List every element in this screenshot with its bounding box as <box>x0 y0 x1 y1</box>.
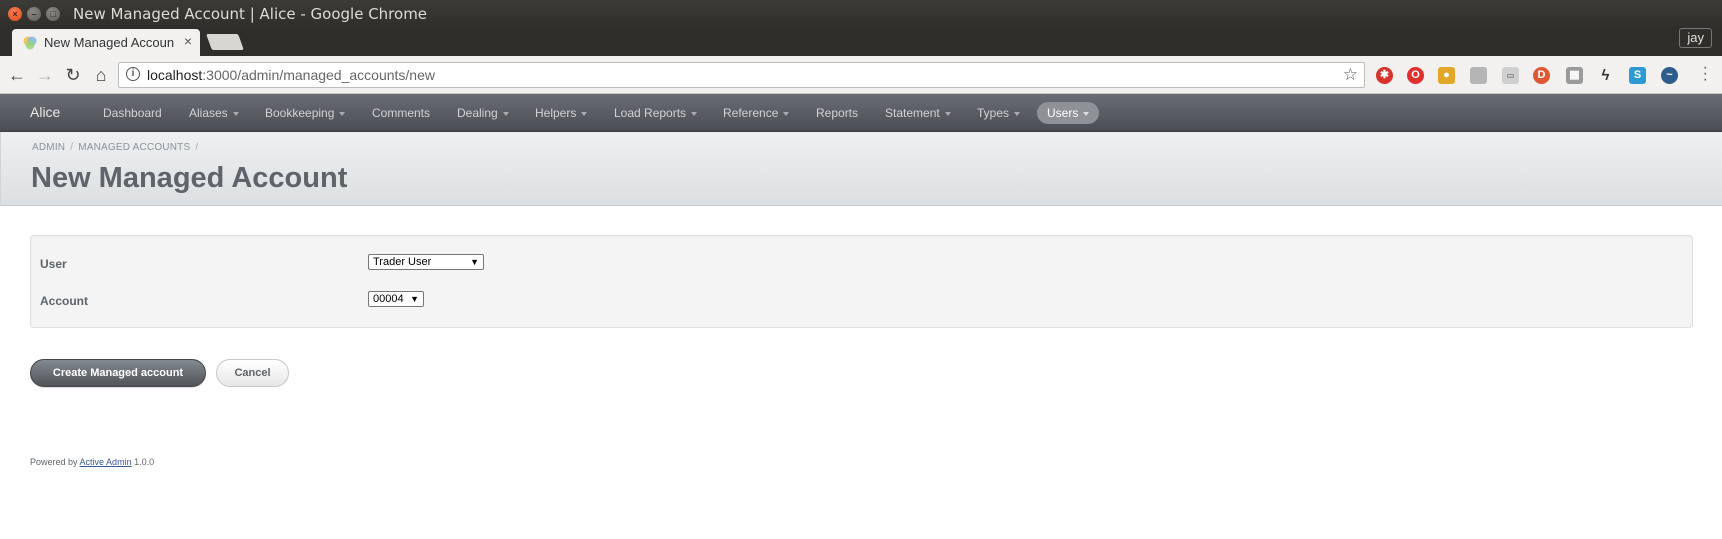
footer-prefix: Powered by <box>30 457 78 467</box>
account-label: Account <box>40 294 88 308</box>
nav-reports[interactable]: Reports <box>816 106 858 120</box>
breadcrumb: ADMIN / MANAGED ACCOUNTS / <box>32 142 199 153</box>
account-select[interactable]: 00004 ▼ <box>368 291 424 307</box>
account-select-value: 00004 <box>373 293 404 305</box>
chevron-down-icon <box>502 111 509 116</box>
site-info-icon[interactable]: i <box>126 67 140 81</box>
browser-tab[interactable]: New Managed Account × <box>12 29 200 56</box>
extension-red-burst-icon[interactable]: ✱ <box>1376 67 1393 84</box>
title-bar: ADMIN / MANAGED ACCOUNTS / New Managed Acco… <box>0 132 1722 206</box>
admin-header: Alice Dashboard Aliases Bookkeeping Comm… <box>0 94 1722 132</box>
chevron-down-icon <box>1083 111 1090 116</box>
chevron-down-icon <box>691 111 698 116</box>
nav-dashboard[interactable]: Dashboard <box>103 106 162 120</box>
window-maximize-icon[interactable]: □ <box>46 7 60 21</box>
forward-arrow-icon[interactable]: → <box>34 64 56 86</box>
nav-bookkeeping[interactable]: Bookkeeping <box>265 106 346 120</box>
home-icon[interactable]: ⌂ <box>90 64 112 86</box>
nav-dealing[interactable]: Dealing <box>457 106 509 120</box>
profile-user-badge[interactable]: jay <box>1679 28 1712 48</box>
cancel-button[interactable]: Cancel <box>216 359 289 387</box>
window-minimize-icon[interactable]: – <box>27 7 41 21</box>
user-select[interactable]: Trader User ▼ <box>368 254 484 270</box>
chevron-down-icon <box>339 111 346 116</box>
tab-close-icon[interactable]: × <box>184 33 192 49</box>
s-extension-icon[interactable]: S <box>1629 67 1646 84</box>
nav-load-reports[interactable]: Load Reports <box>614 106 698 120</box>
user-label: User <box>40 257 67 271</box>
breadcrumb-admin-link[interactable]: ADMIN <box>32 142 65 153</box>
nav-statement[interactable]: Statement <box>885 106 951 120</box>
window-title: New Managed Account | Alice - Google Chr… <box>73 5 428 23</box>
account-form-row: Account 00004 ▼ <box>31 286 1692 316</box>
managed-account-form: User Trader User ▼ Account 00004 ▼ <box>30 235 1693 328</box>
active-admin-link[interactable]: Active Admin <box>80 457 132 467</box>
address-bar[interactable]: i localhost:3000/admin/managed_accounts/… <box>118 62 1365 88</box>
lock-extension-icon[interactable]: ● <box>1438 67 1455 84</box>
opera-extension-icon[interactable]: O <box>1407 67 1424 84</box>
chrome-menu-icon[interactable]: · · · <box>1703 60 1708 88</box>
window-titlebar: × – □ New Managed Account | Alice - Goog… <box>0 0 1722 28</box>
user-form-row: User Trader User ▼ <box>31 249 1692 279</box>
nav-types[interactable]: Types <box>977 106 1021 120</box>
cast-extension-icon[interactable] <box>1470 67 1487 84</box>
browser-toolbar: ← → ↻ ⌂ i localhost:3000/admin/managed_a… <box>0 56 1722 94</box>
url-text[interactable]: localhost:3000/admin/managed_accounts/ne… <box>147 67 435 83</box>
grid-extension-icon[interactable]: ▦ <box>1566 67 1583 84</box>
nav-reference[interactable]: Reference <box>723 106 790 120</box>
site-title[interactable]: Alice <box>30 104 60 120</box>
breadcrumb-managed-accounts-link[interactable]: MANAGED ACCOUNTS <box>78 142 190 153</box>
dropdown-arrow-icon: ▼ <box>410 294 419 304</box>
chevron-down-icon <box>783 111 790 116</box>
page-title: New Managed Account <box>31 162 348 194</box>
duckduckgo-extension-icon[interactable]: D <box>1533 67 1550 84</box>
lightning-extension-icon[interactable]: ϟ <box>1597 67 1614 84</box>
tab-title: New Managed Account <box>44 35 174 50</box>
nav-helpers[interactable]: Helpers <box>535 106 588 120</box>
nav-users[interactable]: Users <box>1037 102 1100 124</box>
favicon-icon <box>23 36 37 50</box>
chevron-down-icon <box>944 111 951 116</box>
chevron-down-icon <box>581 111 588 116</box>
chevron-down-icon <box>1014 111 1021 116</box>
nav-comments[interactable]: Comments <box>372 106 430 120</box>
chevron-down-icon <box>232 111 239 116</box>
user-select-value: Trader User <box>373 256 432 268</box>
back-arrow-icon[interactable]: ← <box>6 64 28 86</box>
gray-extension-icon[interactable]: ▭ <box>1502 67 1519 84</box>
footer-version: 1.0.0 <box>134 457 155 467</box>
footer: Powered by Active Admin 1.0.0 <box>30 457 154 467</box>
bookmark-star-icon[interactable]: ☆ <box>1343 65 1358 85</box>
reload-icon[interactable]: ↻ <box>62 64 84 86</box>
create-managed-account-button[interactable]: Create Managed account <box>30 359 206 387</box>
new-tab-button[interactable] <box>206 34 244 50</box>
tab-strip: New Managed Account × jay <box>0 28 1722 56</box>
nav-aliases[interactable]: Aliases <box>189 106 239 120</box>
wave-extension-icon[interactable]: ~ <box>1661 67 1678 84</box>
dropdown-arrow-icon: ▼ <box>470 257 479 267</box>
window-close-icon[interactable]: × <box>8 7 22 21</box>
